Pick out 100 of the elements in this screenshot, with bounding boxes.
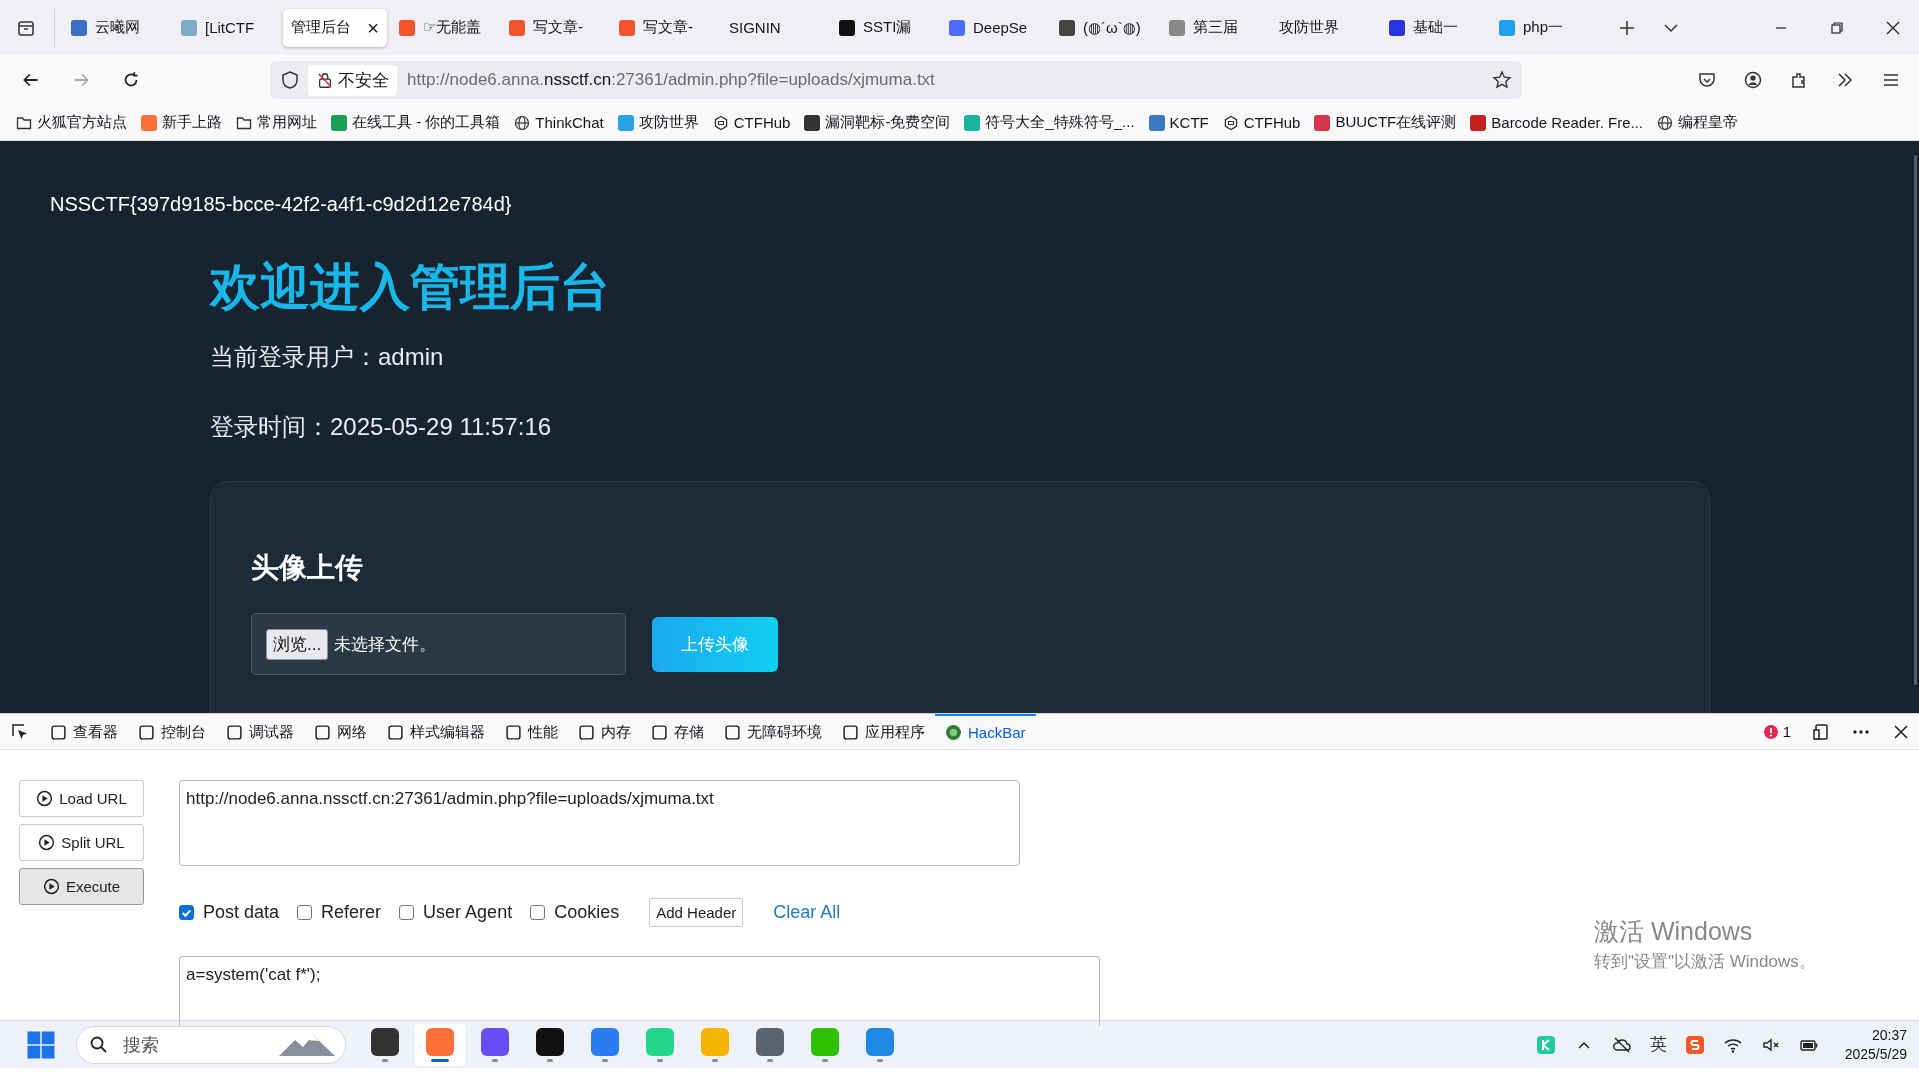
user-line: 当前登录用户：admin — [210, 342, 445, 372]
browser-tab[interactable]: DeepSe — [941, 8, 1047, 47]
insecure-badge[interactable]: 不安全 — [308, 64, 397, 96]
devtools-tab[interactable]: 网络 — [304, 714, 377, 749]
clock-time[interactable]: 20:37 — [1871, 1025, 1907, 1045]
activation-title: 激活 Windows — [1594, 916, 1754, 947]
dock-icon[interactable] — [1811, 721, 1831, 742]
checkbox[interactable] — [297, 904, 313, 920]
browser-tab[interactable]: 云曦网 — [63, 8, 169, 47]
bookmark-item[interactable]: 符号大全_特殊符号_... — [964, 113, 1135, 132]
bookmark-item[interactable]: Barcode Reader. Fre... — [1470, 114, 1644, 131]
checkbox[interactable] — [530, 904, 546, 920]
card-title: 头像上传 — [251, 551, 364, 585]
bookmark-item[interactable]: CTFHub — [1222, 114, 1301, 131]
tool-icon — [387, 724, 404, 741]
browser-tab[interactable]: SSTI漏 — [831, 8, 937, 47]
devtools-tab[interactable]: 调试器 — [216, 714, 304, 749]
devtools-tab[interactable]: 性能 — [495, 714, 568, 749]
bookmark-item[interactable]: CTFHub — [712, 114, 791, 131]
hackbar-button[interactable]: Load URL — [19, 780, 144, 817]
tool-icon — [842, 724, 859, 741]
hexagon-icon — [712, 114, 729, 131]
checkbox-label: Cookies — [554, 901, 620, 923]
url-text: http://node6.anna.nssctf.cn:27361/admin.php?file=uploads/xjmuma.txt — [407, 70, 935, 90]
browser-tab[interactable]: 写文章- — [611, 8, 717, 47]
element-picker-icon[interactable] — [10, 721, 30, 742]
star-icon[interactable] — [1492, 70, 1512, 90]
flag-text: NSSCTF{397d9185-bcce-42f2-a4f1-c9d2d12e784d} — [50, 193, 512, 216]
shield-icon[interactable] — [280, 70, 300, 90]
hackbar-button[interactable]: Split URL — [19, 824, 144, 861]
bookmark-item[interactable]: 攻防世界 — [617, 113, 699, 132]
pocket-icon[interactable] — [1697, 70, 1717, 90]
bookmark-item[interactable]: ThinkChat — [514, 114, 604, 131]
bookmark-item[interactable]: 漏洞靶标-免费空间 — [804, 113, 951, 132]
error-count: 1 — [1782, 723, 1791, 740]
browser-tab[interactable]: 写文章- — [501, 8, 607, 47]
start-icon[interactable] — [26, 1029, 56, 1060]
hexagon-icon — [1222, 114, 1239, 131]
close-tab-button[interactable]: × — [367, 17, 379, 38]
tool-icon — [138, 724, 155, 741]
crossed-lock-icon — [316, 71, 334, 89]
play-icon — [38, 834, 56, 851]
bookmark-item[interactable]: 常用网址 — [236, 113, 317, 132]
play-icon — [42, 878, 60, 895]
browser-tab[interactable]: 基础一 — [1381, 8, 1487, 47]
error-icon[interactable] — [1762, 723, 1779, 740]
s-app-icon[interactable] — [1684, 1034, 1705, 1055]
time-line: 登录时间：2025-05-29 11:57:16 — [210, 412, 553, 442]
browser-tab[interactable]: php一 — [1491, 8, 1597, 47]
hackbar-logo-icon — [945, 724, 962, 741]
file-field[interactable]: 浏览... 未选择文件。 — [251, 613, 626, 675]
devtools-tab[interactable]: 应用程序 — [832, 714, 935, 749]
address-bar[interactable]: 不安全 http://node6.anna.nssctf.cn:27361/admin.php?file=uploads/xjmuma.txt — [270, 61, 1522, 99]
browser-tab[interactable]: 第三届 — [1161, 8, 1267, 47]
checkbox[interactable] — [399, 904, 415, 920]
devtools-tab[interactable]: 存储 — [641, 714, 714, 749]
browser-tab[interactable]: (◍´ω`◍) — [1051, 8, 1157, 47]
devtools-tab[interactable]: 控制台 — [128, 714, 216, 749]
tool-icon — [50, 724, 67, 741]
ime-indicator[interactable]: 英 — [1649, 1033, 1667, 1056]
play-icon — [36, 790, 54, 807]
browser-tab[interactable]: 攻防世界 — [1271, 8, 1377, 47]
browser-tab[interactable]: [LitCTF — [173, 8, 279, 47]
globe-icon — [514, 114, 531, 131]
devtools-tab[interactable]: 查看器 — [40, 714, 128, 749]
browser-tab[interactable]: ☞无能盖 — [391, 8, 497, 47]
search-icon — [89, 1034, 109, 1055]
page-heading: 欢迎进入管理后台 — [210, 258, 611, 317]
hackbar-button[interactable]: Execute — [19, 868, 144, 905]
devtools-tab[interactable]: 无障碍环境 — [714, 714, 832, 749]
browse-button[interactable]: 浏览... — [266, 628, 329, 660]
tool-icon — [724, 724, 741, 741]
activation-hint: 转到"设置"以激活 Windows。 — [1594, 951, 1816, 973]
bookmark-item[interactable]: 编程皇帝 — [1657, 113, 1739, 132]
taskbar-search[interactable]: 搜索 — [76, 1025, 346, 1064]
folder-icon — [236, 114, 252, 131]
checkbox[interactable] — [179, 904, 194, 920]
file-status: 未选择文件。 — [334, 633, 437, 656]
bookmark-item[interactable]: 火狐官方站点 — [16, 113, 127, 132]
devtools-tab[interactable]: 内存 — [568, 714, 641, 749]
account-icon[interactable] — [1743, 70, 1763, 90]
tool-icon — [651, 724, 668, 741]
scrollbar[interactable] — [1914, 155, 1917, 685]
devtools-tab[interactable]: 样式编辑器 — [377, 714, 495, 749]
clear-all-link[interactable]: Clear All — [773, 901, 841, 923]
bookmark-item[interactable]: KCTF — [1148, 114, 1209, 131]
add-header-button[interactable]: Add Header — [649, 897, 744, 927]
browser-tab[interactable]: SIGNIN — [721, 8, 827, 47]
tool-icon — [505, 724, 522, 741]
checkbox-label: Referer — [321, 901, 382, 923]
globe-icon — [1657, 114, 1674, 131]
bookmark-item[interactable]: BUUCTF在线评测 — [1314, 113, 1457, 132]
url-field[interactable]: http://node6.anna.nssctf.cn:27361/admin.php?file=uploads/xjmuma.txt — [179, 780, 1020, 866]
checkbox-label: Post data — [203, 901, 280, 923]
tool-icon — [226, 724, 243, 741]
clock-date[interactable]: 2025/5/29 — [1844, 1044, 1907, 1064]
checkbox-label: User Agent — [423, 901, 513, 923]
bookmark-item[interactable]: 在线工具 - 你的工具箱 — [331, 113, 501, 132]
browser-tab[interactable]: 管理后台 × — [283, 8, 387, 47]
bookmark-item[interactable]: 新手上路 — [141, 113, 222, 132]
